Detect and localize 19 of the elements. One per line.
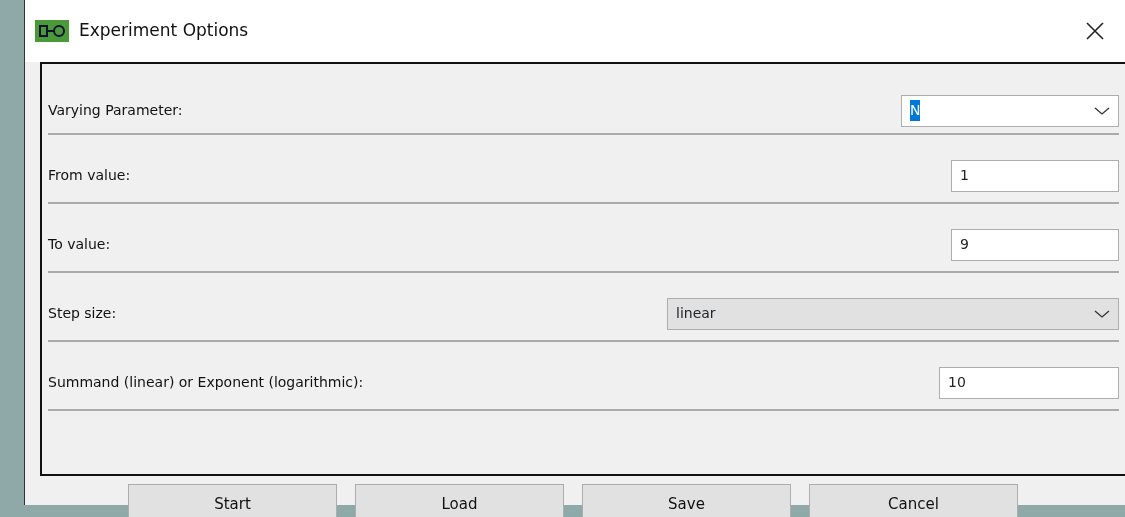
field-label: Varying Parameter: <box>48 101 183 120</box>
chevron-icon <box>1094 105 1110 116</box>
field-label: To value: <box>48 235 111 254</box>
dialog-button[interactable]: Load <box>355 484 564 517</box>
dialog-button[interactable]: Save <box>582 484 791 517</box>
field-label: Step size: <box>48 304 117 323</box>
close-icon <box>1086 22 1104 40</box>
input-field[interactable]: 10 <box>939 366 1119 399</box>
dialog-button[interactable]: Cancel <box>809 484 1018 517</box>
window-title: Experiment Options <box>79 19 249 43</box>
chevron-icon <box>1094 308 1110 319</box>
app-icon <box>35 20 69 42</box>
dialog-button[interactable]: Start <box>128 484 337 517</box>
dropdown[interactable]: N <box>901 94 1119 127</box>
dropdown[interactable]: linear <box>667 297 1119 330</box>
field-label: From value: <box>48 166 131 185</box>
input-field[interactable]: 1 <box>951 159 1119 192</box>
field-label: Summand (linear) or Exponent (logarithmic): <box>48 373 364 392</box>
input-field[interactable]: 9 <box>951 228 1119 261</box>
